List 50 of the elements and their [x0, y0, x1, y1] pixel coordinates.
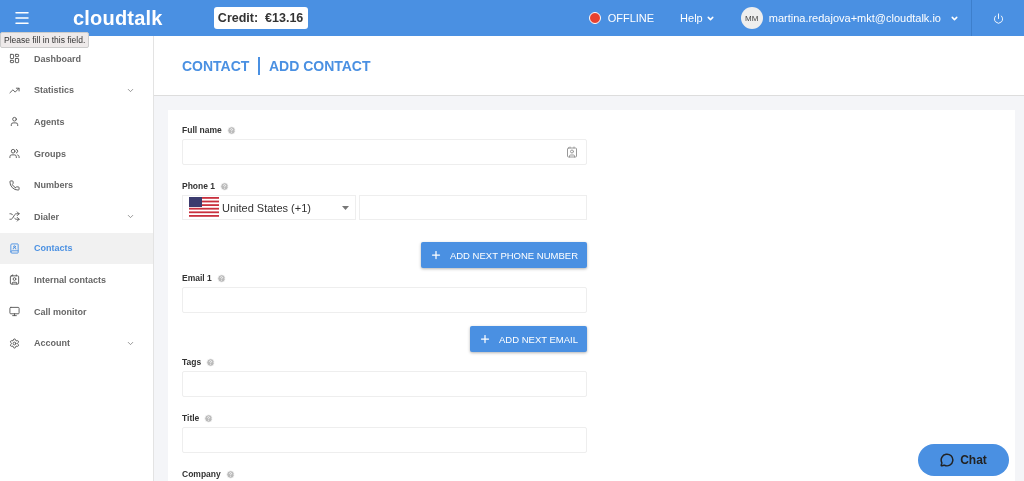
- status-toggle[interactable]: OFFLINE: [588, 12, 655, 24]
- page-title: ADD CONTACT: [268, 57, 371, 74]
- person-icon: [9, 116, 20, 128]
- plus-icon: [479, 333, 491, 345]
- validation-tooltip: Please fill in this field.: [0, 32, 90, 48]
- field-label: Tags: [182, 357, 202, 367]
- shuffle-icon: [9, 211, 20, 223]
- field-label: Email 1: [182, 273, 212, 283]
- monitor-icon: [9, 306, 20, 318]
- help-icon: [226, 125, 236, 135]
- sidebar-item[interactable]: Internal contacts: [0, 264, 153, 296]
- field-label: Title: [182, 413, 200, 423]
- people-icon: [9, 148, 20, 160]
- sidebar-item[interactable]: Call monitor: [0, 295, 153, 328]
- status-label: OFFLINE: [607, 12, 655, 24]
- chat-bubble-icon: [940, 453, 955, 467]
- sidebar-item[interactable]: Dialer: [0, 200, 153, 233]
- sidebar-item[interactable]: Groups: [0, 137, 153, 170]
- sidebar-item[interactable]: Statistics: [0, 74, 153, 107]
- sidebar-item[interactable]: Account: [0, 327, 153, 359]
- settings-icon: [9, 337, 20, 349]
- plus-icon: [429, 249, 442, 261]
- country-select[interactable]: United States (+1): [182, 195, 356, 220]
- contact-book-icon: [9, 242, 20, 254]
- help-icon: [204, 413, 214, 423]
- help-icon: [220, 181, 230, 191]
- user-menu[interactable]: martina.redajova+mkt@cloudtalk.io: [768, 12, 959, 24]
- chat-button[interactable]: Chat: [918, 444, 1009, 476]
- help-menu[interactable]: Help: [680, 12, 715, 24]
- us-flag-icon: [189, 196, 219, 219]
- add-button[interactable]: ADD NEXT PHONE NUMBER: [420, 242, 587, 268]
- sidebar-item[interactable]: Agents: [0, 106, 153, 138]
- breadcrumb-link[interactable]: CONTACT: [182, 57, 250, 74]
- add-button[interactable]: ADD NEXT EMAIL: [470, 326, 587, 352]
- sidebar-item[interactable]: Numbers: [0, 169, 153, 201]
- dashboard-icon: [9, 53, 20, 65]
- field-label: Phone 1: [182, 181, 216, 191]
- power-button[interactable]: [992, 12, 1004, 24]
- avatar: MM: [740, 7, 763, 29]
- menu-button[interactable]: [13, 9, 31, 27]
- credit-balance: Credit: €13.16: [213, 7, 308, 29]
- contact-card-icon: [9, 274, 20, 286]
- logo: cloudtalk: [73, 6, 163, 30]
- caret-icon: [342, 205, 349, 210]
- help-icon: [206, 357, 216, 367]
- input-field[interactable]: [182, 139, 587, 165]
- help-icon: [216, 273, 226, 283]
- phone-icon: [9, 179, 20, 191]
- field-label: Company: [182, 469, 221, 479]
- field-label: Full name: [182, 125, 222, 135]
